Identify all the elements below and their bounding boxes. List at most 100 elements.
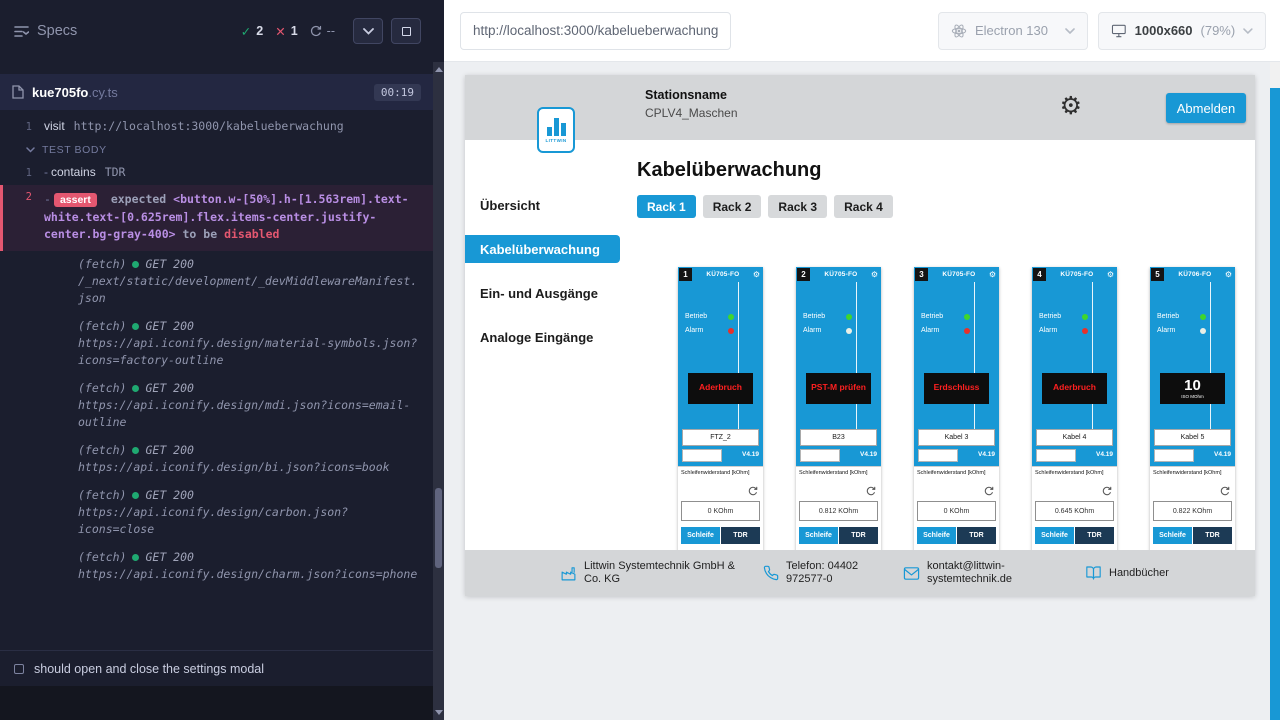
device-gear-icon[interactable]: ⚙	[871, 271, 878, 279]
schleife-button[interactable]: Schleife	[1153, 527, 1192, 544]
alarm-led	[1082, 328, 1088, 334]
device-gear-icon[interactable]: ⚙	[753, 271, 760, 279]
device-number: 3	[915, 268, 928, 281]
refresh-icon[interactable]	[866, 483, 876, 501]
next-test-row[interactable]: should open and close the settings modal	[0, 650, 433, 686]
cable-name-field[interactable]: FTZ_2	[682, 429, 759, 446]
divider	[856, 282, 857, 429]
aut-url-input[interactable]: http://localhost:3000/kabelueberwachung	[460, 12, 731, 50]
fetch-log-row[interactable]: (fetch)GET 200 https://api.iconify.desig…	[0, 482, 433, 544]
assert-badge: assert	[54, 193, 97, 207]
test-icon	[14, 664, 24, 674]
factory-icon	[560, 565, 577, 582]
failed-assert-row[interactable]: 2 -assert expected <button.w-[50%].h-[1.…	[0, 185, 433, 251]
contains-command-row[interactable]: 1 -contains TDR	[0, 162, 433, 182]
chevron-down-icon	[26, 147, 35, 153]
resistance-value: 0.645 KOhm	[1035, 501, 1114, 521]
resistance-value: 0 KOhm	[681, 501, 760, 521]
device-number: 5	[1151, 268, 1164, 281]
settings-gear-icon[interactable]: ⚙	[1060, 93, 1082, 118]
panel-bottom-space	[0, 686, 433, 720]
stop-tests-button[interactable]	[391, 18, 421, 44]
visit-command-row[interactable]: 1 visit http://localhost:3000/kabelueber…	[0, 116, 433, 136]
reporter-header: Specs ✓2 ✕1 --	[0, 0, 433, 62]
stop-icon	[402, 27, 411, 36]
refresh-icon[interactable]	[748, 483, 758, 501]
app-sidebar: Übersicht Kabelüberwachung Ein- und Ausg…	[465, 140, 620, 550]
logout-button[interactable]: Abmelden	[1166, 93, 1246, 123]
refresh-icon	[310, 25, 322, 37]
spec-header[interactable]: kue705fo.cy.ts 00:19	[0, 74, 433, 110]
fetch-log-row[interactable]: (fetch)GET 200 https://api.iconify.desig…	[0, 313, 433, 375]
tdr-button[interactable]: TDR	[957, 527, 996, 544]
chevron-down-icon	[1243, 28, 1253, 34]
divider	[1092, 282, 1093, 429]
device-gear-icon[interactable]: ⚙	[989, 271, 996, 279]
reporter-scrollbar[interactable]	[433, 62, 444, 720]
chevron-down-icon	[363, 28, 374, 35]
sidebar-item-kabelueberwachung[interactable]: Kabelüberwachung	[465, 235, 620, 263]
footer-manuals[interactable]: Handbücher	[1085, 565, 1169, 581]
firmware-version: V4.19	[742, 451, 759, 458]
tab-rack-2[interactable]: Rack 2	[703, 195, 762, 218]
resistance-value: 0.812 KOhm	[799, 501, 878, 521]
cable-name-field[interactable]: Kabel 4	[1036, 429, 1113, 446]
collapse-button[interactable]	[353, 18, 383, 44]
tdr-button[interactable]: TDR	[1075, 527, 1114, 544]
schleife-button[interactable]: Schleife	[681, 527, 720, 544]
device-number: 4	[1033, 268, 1046, 281]
status-dot	[132, 492, 139, 499]
schleife-button[interactable]: Schleife	[799, 527, 838, 544]
logo-bars-icon	[547, 118, 566, 136]
betrieb-led	[964, 314, 970, 320]
check-icon: ✓	[241, 24, 251, 39]
footer-email: kontakt@littwin-systemtechnik.de	[903, 560, 1045, 586]
viewport-selector[interactable]: 1000x660 (79%)	[1098, 12, 1266, 50]
refresh-icon[interactable]	[984, 483, 994, 501]
page-scrollbar-thumb[interactable]	[1270, 88, 1280, 720]
sidebar-item-uebersicht[interactable]: Übersicht	[465, 191, 620, 219]
specs-menu-button[interactable]: Specs	[14, 23, 77, 39]
value-box	[918, 449, 958, 462]
fetch-log-row[interactable]: (fetch)GET 200 https://api.iconify.desig…	[0, 437, 433, 482]
sidebar-item-analoge-eingaenge[interactable]: Analoge Eingänge	[465, 323, 620, 351]
tdr-button[interactable]: TDR	[839, 527, 878, 544]
device-cards: 1KÜ705-FO⚙ Betrieb Alarm Aderbruch FTZ_2…	[678, 267, 1235, 567]
tab-rack-3[interactable]: Rack 3	[768, 195, 827, 218]
test-body-toggle[interactable]: TEST BODY	[0, 136, 433, 162]
scroll-up-icon[interactable]	[435, 67, 443, 72]
tdr-button[interactable]: TDR	[721, 527, 760, 544]
device-card-2: 2KÜ705-FO⚙ Betrieb Alarm PST-M prüfen B2…	[796, 267, 881, 567]
cable-name-field[interactable]: Kabel 5	[1154, 429, 1231, 446]
tab-rack-1[interactable]: Rack 1	[637, 195, 696, 218]
device-gear-icon[interactable]: ⚙	[1107, 271, 1114, 279]
refresh-icon[interactable]	[1220, 483, 1230, 501]
specs-label: Specs	[37, 23, 77, 39]
page-title: Kabelüberwachung	[637, 159, 821, 182]
refresh-icon[interactable]	[1102, 483, 1112, 501]
device-gear-icon[interactable]: ⚙	[1225, 271, 1232, 279]
scroll-down-icon[interactable]	[435, 710, 443, 715]
tab-rack-4[interactable]: Rack 4	[834, 195, 893, 218]
chevron-down-icon	[1065, 28, 1075, 34]
status-dot	[132, 385, 139, 392]
fetch-log-row[interactable]: (fetch)GET 200 /_next/static/development…	[0, 251, 433, 313]
status-display: Aderbruch	[688, 373, 753, 404]
status-dot	[132, 261, 139, 268]
cable-name-field[interactable]: B23	[800, 429, 877, 446]
alarm-led	[964, 328, 970, 334]
fetch-log-row[interactable]: (fetch)GET 200 https://api.iconify.desig…	[0, 375, 433, 437]
page-scrollbar[interactable]	[1270, 62, 1280, 720]
resistance-value: 0 KOhm	[917, 501, 996, 521]
firmware-version: V4.19	[1096, 451, 1113, 458]
status-display: PST-M prüfen	[806, 373, 871, 404]
schleife-button[interactable]: Schleife	[1035, 527, 1074, 544]
scrollbar-thumb[interactable]	[435, 488, 442, 568]
browser-selector[interactable]: Electron 130	[938, 12, 1088, 50]
phone-icon	[763, 565, 779, 581]
schleife-button[interactable]: Schleife	[917, 527, 956, 544]
tdr-button[interactable]: TDR	[1193, 527, 1232, 544]
cable-name-field[interactable]: Kabel 3	[918, 429, 995, 446]
fetch-log-row[interactable]: (fetch)GET 200 https://api.iconify.desig…	[0, 544, 433, 589]
sidebar-item-ein-und-ausgaenge[interactable]: Ein- und Ausgänge	[465, 279, 620, 307]
